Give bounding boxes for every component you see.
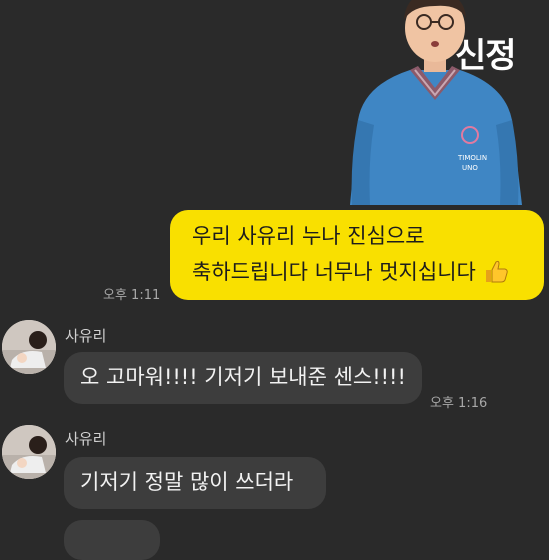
incoming-message-bubble[interactable]: 오 고마워!!!! 기저기 보내준 센스!!!! bbox=[64, 352, 422, 404]
my-message-line-1: 우리 사유리 누나 진심으로 bbox=[192, 224, 425, 248]
sender-name: 사유리 bbox=[65, 327, 107, 345]
avatar[interactable] bbox=[2, 425, 56, 479]
my-message-line-2: 축하드립니다 너무나 멋지십니다 bbox=[192, 260, 476, 284]
sticker-caption: 신정 bbox=[455, 36, 517, 76]
incoming-message-time: 오후 1:16 bbox=[430, 396, 488, 411]
incoming-message-bubble[interactable]: 기저기 정말 많이 쓰더라 bbox=[64, 457, 326, 509]
incoming-message-bubble-partial[interactable] bbox=[64, 520, 160, 560]
svg-text:TIMOLIN: TIMOLIN bbox=[457, 154, 487, 162]
my-message-bubble[interactable]: 우리 사유리 누나 진심으로 축하드립니다 너무나 멋지십니다 bbox=[170, 210, 544, 300]
avatar[interactable] bbox=[2, 320, 56, 374]
my-message-time: 오후 1:11 bbox=[103, 288, 161, 303]
incoming-message-text: 오 고마워!!!! 기저기 보내준 센스!!!! bbox=[80, 365, 406, 389]
thumbs-up-icon bbox=[483, 258, 509, 284]
svg-text:UNO: UNO bbox=[462, 164, 478, 172]
incoming-message-text: 기저기 정말 많이 쓰더라 bbox=[80, 470, 294, 494]
sender-name: 사유리 bbox=[65, 430, 107, 448]
